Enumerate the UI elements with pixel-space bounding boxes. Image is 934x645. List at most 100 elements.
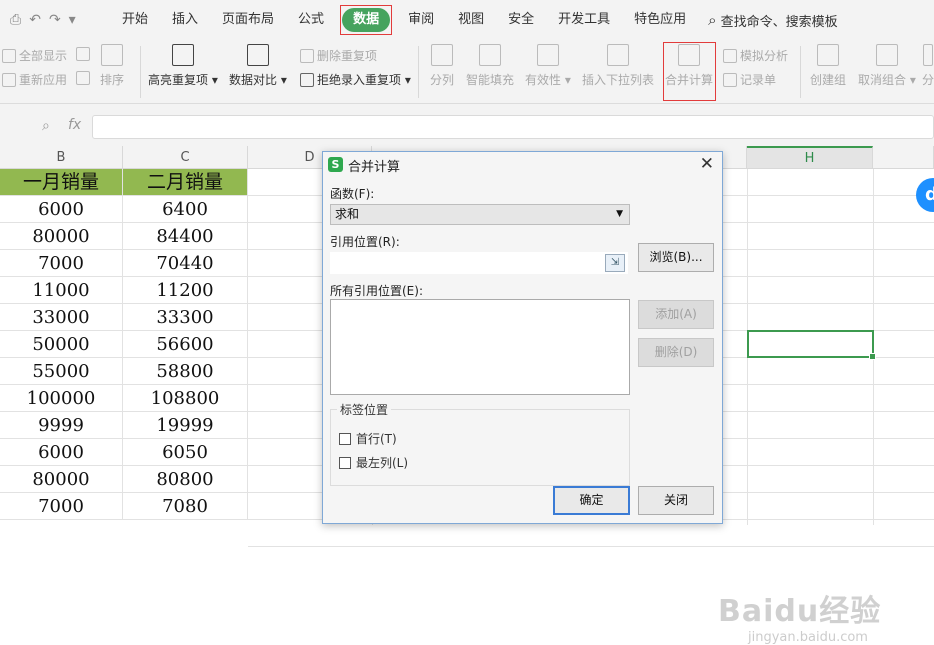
data-compare-button[interactable]: 数据对比 ▾ (229, 44, 287, 88)
cell-c[interactable]: 11200 (123, 277, 248, 304)
menu-review[interactable]: 审阅 (396, 8, 446, 32)
cell-b[interactable]: 80000 (0, 466, 123, 493)
all-refs-list[interactable] (330, 299, 630, 395)
browse-button[interactable]: 浏览(B)... (638, 243, 714, 272)
menu-formula[interactable]: 公式 (286, 8, 336, 32)
simulate-analysis-button[interactable]: 模拟分析 (723, 47, 788, 64)
formula-input[interactable] (92, 115, 934, 139)
left-column-checkbox[interactable]: 最左列(L) (339, 454, 408, 471)
cell-c[interactable]: 19999 (123, 412, 248, 439)
sort-asc-icon (76, 47, 90, 61)
cell-b[interactable]: 33000 (0, 304, 123, 331)
formula-bar: ⌕ fx (0, 104, 934, 146)
sort-desc-button[interactable] (76, 71, 93, 85)
cell-c[interactable]: 6400 (123, 196, 248, 223)
cell-c[interactable]: 56600 (123, 331, 248, 358)
cell-b-header[interactable]: 一月销量 (0, 169, 123, 196)
quick-access-toolbar: ⎙ ↶ ↷ ▾ (0, 12, 110, 28)
cell-b[interactable]: 9999 (0, 412, 123, 439)
ok-button[interactable]: 确定 (553, 486, 630, 515)
cell-c[interactable]: 80800 (123, 466, 248, 493)
cell-b[interactable]: 80000 (0, 223, 123, 250)
smart-fill-button[interactable]: 智能填充 (466, 44, 514, 88)
print-preview-icon[interactable]: ⎙ (10, 12, 21, 28)
more-button[interactable]: 分 (922, 44, 934, 88)
menu-security[interactable]: 安全 (496, 8, 546, 32)
ref-label: 引用位置(R): (330, 235, 400, 249)
cell-c[interactable]: 58800 (123, 358, 248, 385)
reapply-button[interactable]: 重新应用 (2, 71, 67, 88)
sort-asc-button[interactable] (76, 47, 93, 61)
cell-c-header[interactable]: 二月销量 (123, 169, 248, 196)
cell-c[interactable]: 6050 (123, 439, 248, 466)
cell-b[interactable]: 55000 (0, 358, 123, 385)
ribbon-separator (140, 46, 141, 98)
create-group-button[interactable]: 创建组 (810, 44, 846, 88)
close-button[interactable]: 关闭 (638, 486, 714, 515)
menu-bar: ⎙ ↶ ↷ ▾ 开始 插入 页面布局 公式 数据 审阅 视图 安全 开发工具 特… (0, 0, 934, 40)
menu-data[interactable]: 数据 (342, 8, 391, 32)
function-select[interactable]: 求和 ▼ (330, 204, 630, 225)
menu-home[interactable]: 开始 (110, 8, 160, 32)
menu-data-highlight: 数据 (340, 5, 393, 35)
ribbon-separator (800, 46, 801, 98)
delete-duplicates-button[interactable]: 删除重复项 (300, 47, 377, 64)
cell-b[interactable]: 100000 (0, 385, 123, 412)
cell-b[interactable]: 6000 (0, 439, 123, 466)
add-button[interactable]: 添加(A) (638, 300, 714, 329)
menu-view[interactable]: 视图 (446, 8, 496, 32)
ref-input[interactable] (330, 252, 628, 274)
watermark-url: jingyan.baidu.com (748, 630, 868, 645)
sort-desc-icon (76, 71, 90, 85)
column-header-next[interactable] (873, 146, 934, 169)
column-header-h[interactable]: H (747, 146, 873, 169)
first-row-checkbox[interactable]: 首行(T) (339, 430, 397, 447)
close-icon[interactable]: ✕ (700, 154, 714, 174)
checkbox-icon (339, 456, 351, 469)
all-refs-label: 所有引用位置(E): (330, 284, 423, 298)
reject-duplicates-button[interactable]: 拒绝录入重复项 ▾ (300, 71, 411, 88)
ribbon-separator (418, 46, 419, 98)
insert-dropdown-button[interactable]: 插入下拉列表 (582, 44, 654, 88)
command-search[interactable]: ⌕ 查找命令、搜索模板 (708, 11, 837, 30)
highlight-duplicates-button[interactable]: 高亮重复项 ▾ (148, 44, 218, 88)
validity-button[interactable]: 有效性 ▾ (525, 44, 571, 88)
checkbox-icon (339, 432, 351, 445)
cell-c[interactable]: 7080 (123, 493, 248, 520)
undo-icon[interactable]: ↶ (29, 12, 41, 28)
cell-b[interactable]: 50000 (0, 331, 123, 358)
show-all-button[interactable]: 全部显示 (2, 47, 67, 64)
menu-insert[interactable]: 插入 (160, 8, 210, 32)
zoom-icon[interactable]: ⌕ (42, 118, 50, 134)
customize-dropdown-icon[interactable]: ▾ (69, 12, 76, 28)
column-header-c[interactable]: C (123, 146, 248, 169)
range-select-icon[interactable]: ⇲ (605, 254, 625, 272)
cell-b[interactable]: 11000 (0, 277, 123, 304)
menu-developer[interactable]: 开发工具 (546, 8, 622, 32)
cell-b[interactable]: 7000 (0, 493, 123, 520)
cell-b[interactable]: 7000 (0, 250, 123, 277)
record-form-button[interactable]: 记录单 (723, 71, 776, 88)
menu-special[interactable]: 特色应用 (622, 8, 698, 32)
label-position-title: 标签位置 (337, 401, 392, 418)
cell-c[interactable]: 108800 (123, 385, 248, 412)
ungroup-button[interactable]: 取消组合 ▾ (858, 44, 916, 88)
split-button[interactable]: 分列 (430, 44, 454, 88)
cell-c[interactable]: 84400 (123, 223, 248, 250)
menu-page-layout[interactable]: 页面布局 (210, 8, 286, 32)
selected-cell-h[interactable] (747, 330, 876, 360)
cell-c[interactable]: 33300 (123, 304, 248, 331)
fx-icon[interactable]: fx (68, 117, 81, 133)
column-header-b[interactable]: B (0, 146, 123, 169)
dialog-title-bar[interactable]: S 合并计算 ✕ (323, 152, 722, 178)
delete-button[interactable]: 删除(D) (638, 338, 714, 367)
cell-c[interactable]: 70440 (123, 250, 248, 277)
float-assistant-button[interactable]: d (916, 178, 934, 212)
highlight-duplicates-icon (171, 44, 194, 66)
cell-b[interactable]: 6000 (0, 196, 123, 223)
dropdown-arrow-icon: ▼ (616, 209, 623, 219)
consolidate-highlight (663, 42, 716, 101)
validity-icon (536, 44, 559, 66)
redo-icon[interactable]: ↷ (49, 12, 61, 28)
sort-button[interactable]: 排序 (100, 44, 124, 88)
